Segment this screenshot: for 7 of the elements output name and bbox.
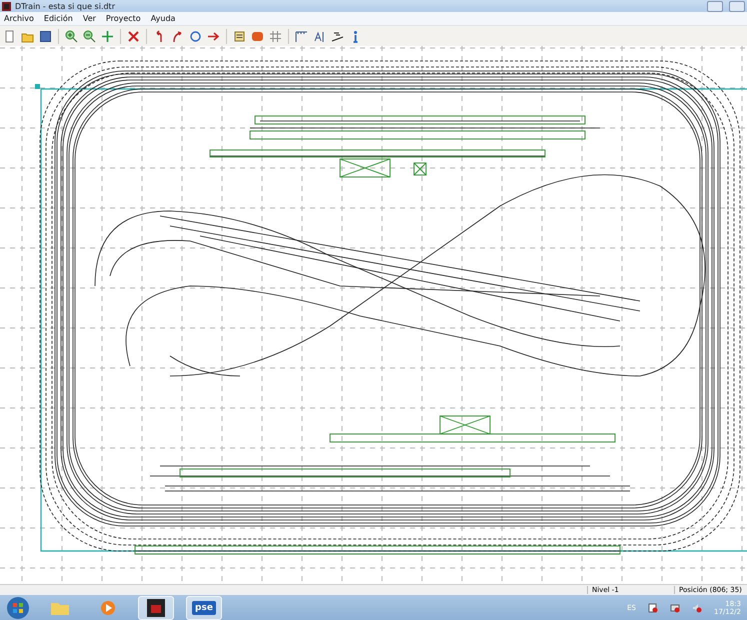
- menu-item[interactable]: Ver: [82, 14, 96, 23]
- menu-item[interactable]: Edición: [44, 14, 73, 23]
- menu-item[interactable]: Proyecto: [106, 14, 141, 23]
- window-title: DTrain - esta si que si.dtr: [15, 2, 115, 10]
- menu-item[interactable]: Archivo: [4, 14, 34, 23]
- menu-item[interactable]: Ayuda: [150, 14, 176, 23]
- taskbar-button[interactable]: pse: [186, 596, 222, 620]
